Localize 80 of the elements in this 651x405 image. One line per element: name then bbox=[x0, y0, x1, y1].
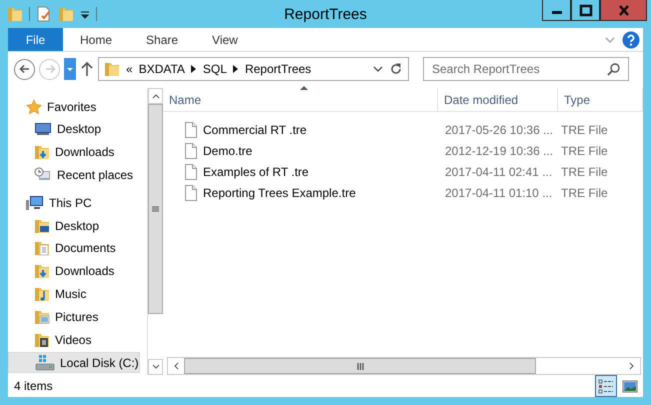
up-arrow-icon[interactable] bbox=[80, 61, 94, 77]
nav-item[interactable]: Downloads bbox=[8, 142, 114, 163]
scrollbar-thumb[interactable] bbox=[184, 358, 536, 374]
minimize-button[interactable] bbox=[542, 0, 571, 21]
file-name[interactable]: Demo.tre bbox=[203, 142, 252, 160]
breadcrumb-item[interactable]: SQL bbox=[202, 60, 227, 78]
maximize-icon[interactable] bbox=[578, 2, 594, 18]
scrollbar-thumb[interactable] bbox=[148, 104, 163, 314]
chevron-right-icon[interactable] bbox=[629, 362, 635, 370]
folder-icon bbox=[104, 61, 120, 77]
videos-folder-icon bbox=[34, 332, 50, 348]
new-folder-icon bbox=[58, 6, 74, 22]
pictures-folder-icon bbox=[34, 308, 50, 325]
downloads-folder-icon bbox=[34, 144, 50, 160]
breadcrumb-item[interactable]: BXDATA bbox=[138, 60, 185, 78]
back-arrow-icon[interactable] bbox=[18, 63, 30, 75]
nav-item[interactable]: This PC bbox=[8, 192, 92, 214]
search-icon[interactable] bbox=[607, 62, 621, 76]
recent-places-icon bbox=[34, 166, 52, 183]
scroll-up-button[interactable] bbox=[148, 88, 163, 104]
downloads-folder-icon bbox=[34, 263, 50, 280]
sort-ascending-icon bbox=[300, 85, 308, 90]
item-count: 4 items bbox=[14, 378, 53, 395]
star-icon bbox=[26, 98, 42, 114]
file-type: TRE File bbox=[560, 122, 608, 138]
recent-locations-dropdown-icon[interactable] bbox=[64, 58, 76, 80]
chevron-down-icon[interactable] bbox=[152, 364, 160, 370]
overflow-chevron[interactable]: « bbox=[126, 60, 133, 78]
computer-icon bbox=[26, 194, 44, 211]
chevron-left-icon[interactable] bbox=[173, 362, 179, 370]
details-view-button[interactable] bbox=[595, 375, 617, 397]
file-type: TRE File bbox=[560, 184, 608, 202]
file-date: 2012-12-19 10:36 ... bbox=[444, 142, 554, 160]
file-date: 2017-04-11 01:10 ... bbox=[444, 184, 554, 202]
file-name[interactable]: Reporting Trees Example.tre bbox=[203, 184, 356, 202]
ribbon-tab[interactable]: View bbox=[195, 28, 255, 51]
refresh-icon[interactable] bbox=[389, 62, 403, 76]
desktop-folder-icon bbox=[34, 218, 50, 234]
folder-icon bbox=[7, 6, 23, 22]
nav-item[interactable]: Desktop bbox=[8, 118, 102, 140]
nav-item[interactable]: Downloads bbox=[8, 260, 114, 282]
file-date: 2017-04-11 02:41 ... bbox=[444, 164, 554, 180]
maximize-button[interactable] bbox=[571, 0, 600, 21]
nav-item[interactable]: Documents bbox=[8, 238, 116, 259]
nav-item[interactable]: Desktop bbox=[8, 215, 100, 236]
breadcrumb-item[interactable]: ReportTrees bbox=[244, 60, 312, 78]
nav-item[interactable]: Pictures bbox=[8, 306, 98, 328]
scroll-down-button[interactable] bbox=[148, 359, 163, 375]
ribbon-tab[interactable]: Share bbox=[129, 28, 196, 51]
window-title: ReportTrees bbox=[283, 5, 368, 25]
nav-item[interactable]: Videos bbox=[8, 329, 92, 350]
monitor-icon bbox=[34, 121, 52, 138]
file-name[interactable]: Examples of RT .tre bbox=[203, 162, 309, 180]
music-folder-icon bbox=[34, 286, 50, 302]
ribbon-tab[interactable]: Home bbox=[63, 28, 130, 51]
file-date: 2017-05-26 10:36 ... bbox=[444, 122, 554, 138]
close-button[interactable] bbox=[600, 0, 647, 21]
file-type: TRE File bbox=[560, 142, 608, 160]
file-type: TRE File bbox=[560, 164, 608, 180]
nav-item[interactable]: Local Disk (C:) bbox=[8, 352, 140, 374]
chevron-up-icon[interactable] bbox=[152, 93, 160, 99]
help-icon[interactable] bbox=[622, 30, 640, 48]
nav-item[interactable]: Music bbox=[8, 284, 86, 305]
properties-icon[interactable] bbox=[36, 6, 52, 22]
search-field[interactable]: Search ReportTrees bbox=[423, 57, 629, 81]
nav-item[interactable]: Recent places bbox=[8, 164, 134, 186]
file-name[interactable]: Commercial RT .tre bbox=[203, 120, 307, 138]
address-field[interactable]: « BXDATA SQL ReportTrees bbox=[98, 57, 409, 81]
back-button[interactable] bbox=[14, 58, 35, 80]
disk-drive-icon bbox=[35, 354, 55, 371]
file-icon bbox=[185, 184, 197, 200]
nav-item[interactable]: Favorites bbox=[8, 96, 96, 117]
dropdown-icon[interactable] bbox=[373, 64, 383, 74]
breadcrumb-arrow-icon[interactable] bbox=[190, 65, 197, 73]
documents-folder-icon bbox=[34, 240, 50, 256]
breadcrumb-arrow-icon[interactable] bbox=[232, 65, 239, 73]
file-icon bbox=[185, 164, 197, 180]
file-icon bbox=[185, 122, 197, 138]
file-menu-button[interactable]: File bbox=[8, 28, 63, 51]
file-icon bbox=[185, 142, 197, 158]
